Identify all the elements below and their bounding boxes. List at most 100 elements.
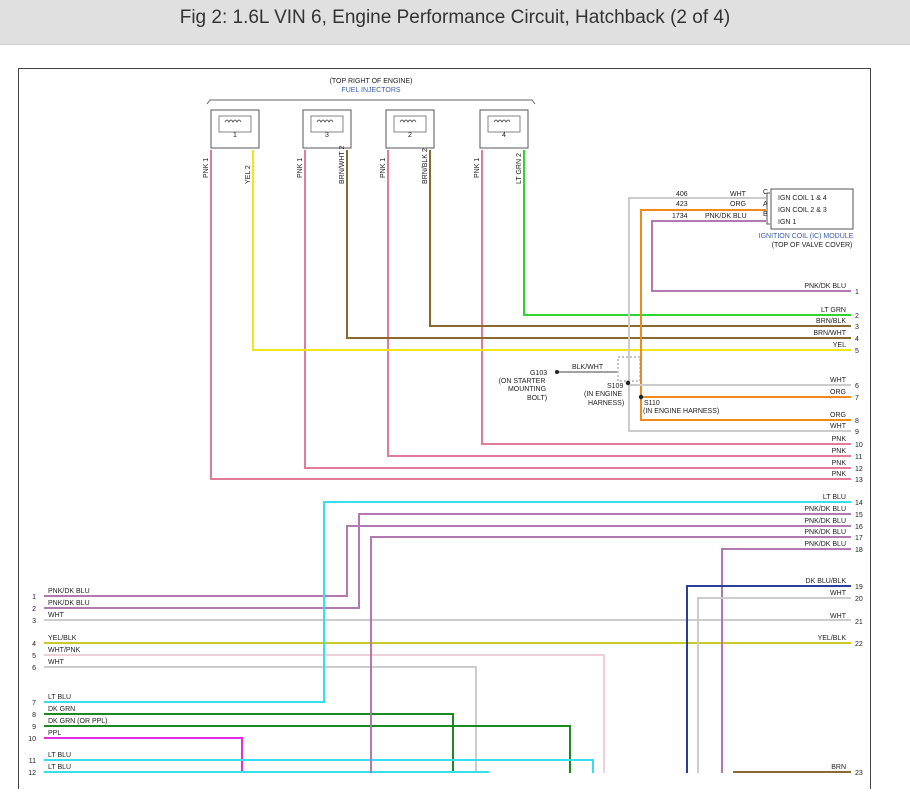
- right-wire-number: 6: [855, 383, 859, 390]
- right-wire-label: PNK: [832, 436, 847, 443]
- right-wire-number: 15: [855, 512, 863, 519]
- left-wire-number: 4: [32, 641, 36, 648]
- right-wire-label: PNK/DK BLU: [804, 506, 846, 513]
- right-wire-number: 10: [855, 442, 863, 449]
- ground-location-1: (ON STARTER: [499, 378, 546, 385]
- right-wire-number: 23: [855, 770, 863, 777]
- ic-module-name: IGNITION COIL (IC) MODULE: [759, 233, 854, 240]
- wire-left12: [44, 771, 489, 773]
- ic-connector-bracket: [766, 192, 770, 225]
- left-wire-label: LT BLU: [48, 764, 71, 771]
- left-wire-label: WHT/PNK: [48, 647, 81, 654]
- wire-left11: [44, 759, 594, 773]
- ic-pin-color: WHT: [730, 191, 747, 198]
- wire-to-23: [733, 771, 851, 773]
- right-wire-number: 12: [855, 466, 863, 473]
- right-wire-label: WHT: [830, 613, 847, 620]
- right-wire-label: YEL: [833, 342, 846, 349]
- injector-number: 3: [325, 132, 329, 139]
- injector-pin-label: PNK 1: [380, 158, 387, 178]
- right-wire-label: LT GRN: [821, 307, 846, 314]
- right-wire-number: 4: [855, 336, 859, 343]
- injector-pin-label: YEL 2: [245, 165, 252, 184]
- right-wire-label: PNK: [832, 448, 847, 455]
- right-wire-label: DK BLU/BLK: [806, 578, 847, 585]
- right-wire-label: BRN/BLK: [816, 318, 846, 325]
- ic-pin-circuit: 423: [676, 201, 688, 208]
- right-wire-number: 21: [855, 619, 863, 626]
- right-wire-number: 11: [855, 454, 862, 461]
- injectors-group: 1 PNK 1 YEL 2 3 PNK 1 BRN/WHT 2 2 PNK 1 BRN/BLK …: [203, 109, 529, 184]
- left-wire-label: LT BLU: [48, 752, 71, 759]
- ic-pin-label: IGN COIL 2 & 3: [778, 207, 827, 214]
- wire-to-20: [697, 597, 851, 773]
- splice-s109-loc2: HARNESS): [588, 400, 624, 407]
- splice-s109-dot: [625, 380, 631, 386]
- ground-dot: [555, 370, 559, 374]
- left-wire-label: WHT: [48, 612, 65, 619]
- splice-s110-id: S110: [644, 400, 660, 407]
- ic-pin-color: ORG: [730, 201, 746, 208]
- injector-pin-label: BRN/BLK 2: [422, 148, 429, 184]
- wiring-diagram: (TOP RIGHT OF ENGINE) FUEL INJECTORS 1 PN…: [28, 78, 863, 777]
- wire-left6: [44, 666, 477, 773]
- wire-left2-to-15: [44, 513, 851, 609]
- left-wire-number: 11: [29, 758, 36, 765]
- right-wire-number: 16: [855, 524, 863, 531]
- left-wire-number: 9: [32, 724, 36, 731]
- right-wire-number: 18: [855, 547, 863, 554]
- right-wire-number: 2: [855, 313, 859, 320]
- right-wire-number: 17: [855, 535, 863, 542]
- right-wire-number: 14: [855, 500, 863, 507]
- left-wire-label: YEL/BLK: [48, 635, 77, 642]
- ic-pin-label: IGN 1: [778, 219, 796, 226]
- right-wire-label: LT BLU: [823, 494, 846, 501]
- right-wire-number: 22: [855, 641, 863, 648]
- right-wire-label: PNK/DK BLU: [804, 283, 846, 290]
- right-wire-label: YEL/BLK: [818, 635, 847, 642]
- right-wire-label: PNK: [832, 460, 847, 467]
- wire-to-17: [370, 536, 851, 773]
- right-wire-label: PNK/DK BLU: [804, 529, 846, 536]
- injectors-bracket: [206, 99, 536, 105]
- left-wire-label: PPL: [48, 730, 61, 737]
- splice-s109-loc1: (IN ENGINE: [584, 391, 622, 398]
- left-wire-number: 5: [32, 653, 36, 660]
- injector-pin-label: PNK 1: [474, 158, 481, 178]
- injector-pin-label: PNK 1: [297, 158, 304, 178]
- right-wire-number: 7: [855, 395, 859, 402]
- ground-id: G103: [530, 370, 547, 377]
- left-wire-number: 2: [32, 606, 36, 613]
- ground-wire-label: BLK/WHT: [572, 364, 604, 371]
- injector-pin-label: PNK 1: [203, 158, 210, 178]
- right-wire-label: WHT: [830, 423, 847, 430]
- left-wire-number: 10: [28, 736, 36, 743]
- wire-left7-to-14: [44, 501, 851, 703]
- splice-s110-loc: (IN ENGINE HARNESS): [643, 408, 719, 415]
- right-wire-number: 8: [855, 418, 859, 425]
- ic-pin-color: PNK/DK BLU: [705, 213, 747, 220]
- wires-group: [44, 150, 851, 773]
- left-wire-label: PNK/DK BLU: [48, 600, 90, 607]
- right-wire-number: 20: [855, 596, 863, 603]
- splice-s110-dot: [638, 394, 644, 400]
- right-wire-number: 13: [855, 477, 863, 484]
- right-wire-number: 5: [855, 348, 859, 355]
- right-wire-label: PNK/DK BLU: [804, 518, 846, 525]
- right-wire-number: 9: [855, 429, 859, 436]
- left-wire-number: 3: [32, 618, 36, 625]
- right-wire-label: WHT: [830, 377, 847, 384]
- injectors-location: (TOP RIGHT OF ENGINE): [330, 78, 413, 85]
- left-wire-label: WHT: [48, 659, 65, 666]
- left-wire-number: 12: [28, 770, 36, 777]
- wire-to-19: [686, 585, 851, 773]
- right-wire-label: BRN: [831, 764, 846, 771]
- splice-s109-id: S109: [607, 383, 623, 390]
- ic-pin-circuit: 406: [676, 191, 688, 198]
- left-wire-label: DK GRN (OR PPL): [48, 718, 108, 725]
- right-wire-label: PNK/DK BLU: [804, 541, 846, 548]
- left-wire-label: LT BLU: [48, 694, 71, 701]
- ground-location-2: MOUNTING: [508, 386, 546, 393]
- wire-pnk-dk-blu-1734: [651, 220, 851, 292]
- injector-number: 2: [408, 132, 412, 139]
